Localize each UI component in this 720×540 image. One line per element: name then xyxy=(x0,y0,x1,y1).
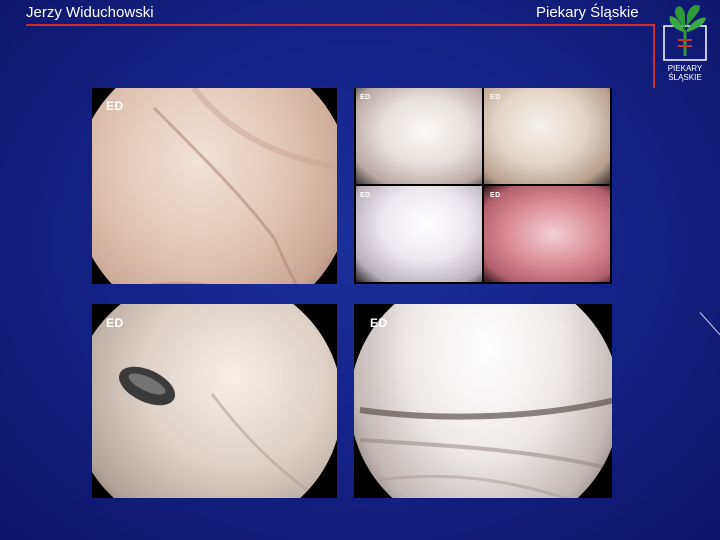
scope-view xyxy=(354,304,612,498)
view-label: ED xyxy=(370,316,388,330)
logo-text-line2: ŚLĄSKIE xyxy=(668,73,702,82)
scope-view xyxy=(92,88,337,284)
grid-image-1 xyxy=(356,88,482,184)
arthroscopy-image-top-left: ED xyxy=(92,88,337,284)
header-divider-line xyxy=(26,24,654,26)
view-label: ED xyxy=(106,316,124,330)
logo-text-line1: PIEKARY xyxy=(667,64,703,73)
grid-image-4 xyxy=(484,186,610,282)
grid-label-2: ED xyxy=(490,94,501,101)
grid-image-2 xyxy=(484,88,610,184)
arthroscopy-image-bottom-left: ED xyxy=(92,304,337,498)
grid-image-3 xyxy=(356,186,482,282)
view-label: ED xyxy=(106,99,124,113)
arthroscopy-image-grid: ED ED ED ED xyxy=(354,88,612,284)
grid-label-3: ED xyxy=(360,192,371,199)
location-name: Piekary Śląskie xyxy=(536,4,639,21)
arthroscopy-image-bottom-right: ED xyxy=(354,304,612,498)
clover-leaf-icon xyxy=(663,4,707,61)
decorative-line xyxy=(699,312,720,336)
piekary-logo: PIEKARY ŚLĄSKIE xyxy=(656,0,714,86)
logo-divider-line xyxy=(653,24,655,88)
grid-label-4: ED xyxy=(490,192,501,199)
scope-view xyxy=(92,304,337,498)
author-name: Jerzy Widuchowski xyxy=(26,4,154,21)
grid-label-1: ED xyxy=(360,94,371,101)
